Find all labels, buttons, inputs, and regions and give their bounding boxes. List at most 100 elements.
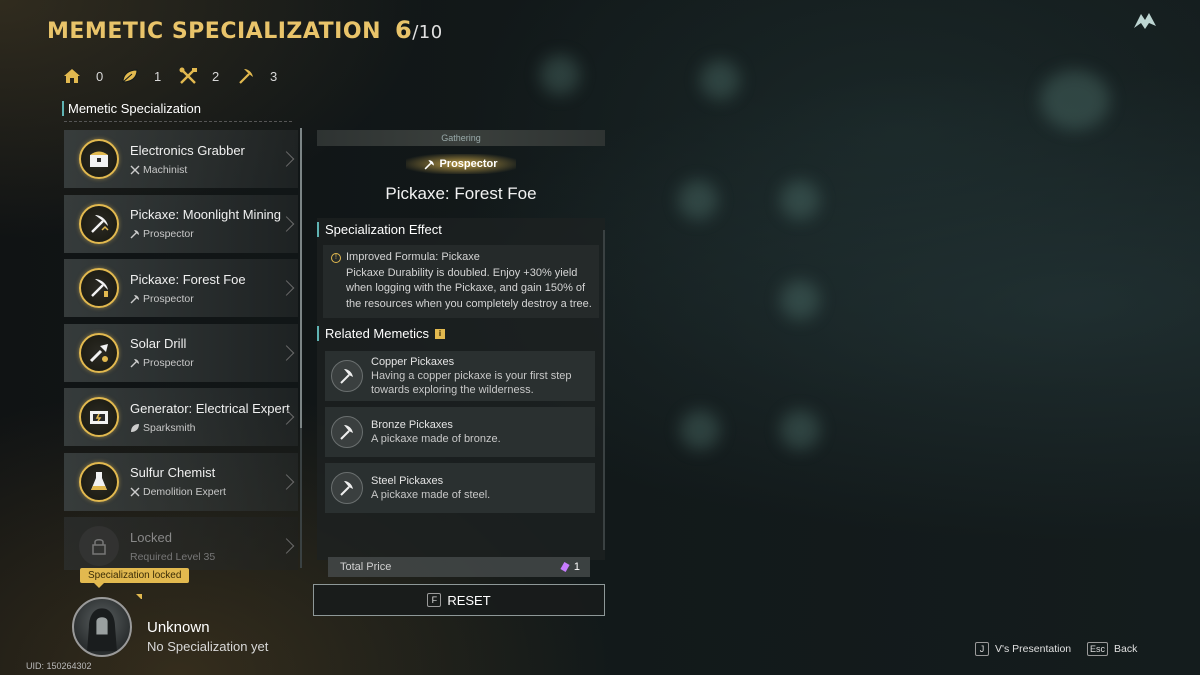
item-role-label: Sparksmith (143, 421, 196, 434)
class-label: Prospector (439, 158, 498, 170)
item-role-label: Machinist (143, 163, 188, 176)
game-logo-icon (1134, 13, 1156, 29)
item-name: Pickaxe: Forest Foe (130, 271, 246, 287)
info-icon[interactable]: i (435, 328, 446, 339)
blurred-node (700, 60, 740, 100)
list-item-solar-drill[interactable]: Solar Drill Prospector (64, 323, 298, 382)
blurred-node (540, 55, 580, 95)
profile-name: Unknown (147, 619, 210, 636)
hooded-figure-icon (87, 608, 117, 652)
pickaxe-icon (425, 159, 435, 169)
list-item-locked[interactable]: Locked Required Level 35 (64, 517, 298, 570)
crossed-tools-icon (130, 487, 140, 497)
related-description: A pickaxe made of bronze. (371, 433, 501, 445)
leaf-icon (131, 423, 139, 432)
pickaxe-icon (130, 294, 139, 303)
class-chip: Prospector (406, 154, 516, 174)
stat-tools: 2 (178, 66, 222, 86)
related-name: Copper Pickaxes (371, 356, 455, 368)
avatar[interactable] (72, 597, 132, 657)
user-id: UID: 150264302 (26, 661, 92, 671)
effect-title-text: Improved Formula: Pickaxe (346, 251, 480, 263)
pickaxe-icon (239, 69, 253, 84)
item-role: Machinist (130, 164, 245, 176)
back-button[interactable]: Esc Back (1087, 642, 1137, 656)
key-hint: J (975, 642, 989, 656)
item-role: Demolition Expert (130, 486, 226, 498)
related-item-bronze[interactable]: Bronze Pickaxes A pickaxe made of bronze… (325, 407, 595, 457)
list-item-sulfur-chemist[interactable]: Sulfur Chemist Demolition Expert (64, 452, 298, 511)
list-item-forest-foe[interactable]: Pickaxe: Forest Foe Prospector (64, 259, 298, 317)
blurred-node (678, 180, 718, 220)
related-name: Bronze Pickaxes (371, 419, 453, 431)
item-name: Sulfur Chemist (130, 465, 216, 480)
list-item-moonlight-mining[interactable]: Pickaxe: Moonlight Mining Prospector (64, 194, 298, 253)
item-role-label: Prospector (143, 228, 194, 240)
item-name: Solar Drill (130, 336, 187, 351)
spec-total: /10 (412, 22, 443, 43)
back-label: Back (1114, 643, 1138, 655)
reset-label: RESET (447, 592, 491, 608)
reset-button[interactable]: F RESET (313, 584, 605, 616)
profile-status: No Specialization yet (147, 639, 269, 654)
total-price-value: 1 (573, 561, 580, 573)
drill-icon (79, 332, 119, 373)
related-item-steel[interactable]: Steel Pickaxes A pickaxe made of steel. (325, 463, 595, 513)
blurred-node (1040, 70, 1110, 130)
crossed-tools-icon (130, 165, 140, 174)
related-item-copper[interactable]: Copper Pickaxes Having a copper pickaxe … (325, 351, 595, 401)
stat-leaf: 1 (120, 66, 164, 86)
list-item-electrical-expert[interactable]: Generator: Electrical Expert Sparksmith (64, 388, 298, 446)
stat-value: 1 (154, 68, 162, 84)
effect-heading: Specialization Effect (317, 222, 605, 237)
pickaxe-icon (79, 203, 119, 244)
category-stats: 0 1 2 3 (62, 66, 294, 86)
pickaxe-icon (331, 472, 363, 504)
item-name: Locked (130, 529, 172, 545)
pickaxe-icon (130, 359, 139, 368)
item-role: Prospector (130, 357, 194, 369)
total-price-bar: Total Price 1 (328, 557, 590, 577)
pickaxe-icon (79, 268, 119, 308)
item-role: Sparksmith (130, 422, 290, 434)
related-heading-text: Related Memetics (325, 326, 430, 341)
item-name: Electronics Grabber (130, 142, 245, 158)
blurred-node (780, 280, 820, 320)
item-role-label: Demolition Expert (143, 486, 226, 498)
total-price: 1 (560, 561, 580, 573)
lock-icon (79, 526, 119, 566)
effect-heading-text: Specialization Effect (325, 222, 442, 237)
gem-icon (560, 562, 570, 572)
pickaxe-icon (331, 360, 363, 392)
specialization-list: Electronics Grabber Machinist Pickaxe: M… (64, 130, 298, 570)
related-description: A pickaxe made of steel. (371, 489, 491, 501)
related-heading: Related Memetics i (317, 326, 605, 341)
detail-scrollbar[interactable] (603, 230, 605, 550)
stat-value: 2 (212, 68, 220, 84)
stat-value: 0 (96, 68, 104, 84)
detail-title: Pickaxe: Forest Foe (385, 184, 537, 203)
key-hint: F (427, 593, 442, 607)
item-role: Prospector (130, 228, 281, 240)
list-item-electronics-grabber[interactable]: Electronics Grabber Machinist (64, 130, 298, 188)
generator-icon (79, 397, 119, 437)
category-label: Gathering (317, 130, 605, 146)
presentation-button[interactable]: J V's Presentation (975, 642, 1071, 656)
sidebar-scroll-thumb[interactable] (300, 128, 302, 428)
key-hint: Esc (1087, 642, 1109, 656)
item-role: Required Level 35 (130, 551, 215, 563)
item-name: Pickaxe: Moonlight Mining (130, 207, 282, 222)
item-role-label: Prospector (143, 357, 194, 369)
item-role-label: Prospector (143, 292, 194, 305)
home-icon (64, 69, 80, 83)
crossed-tools-icon (179, 67, 197, 84)
leaf-icon (122, 69, 138, 83)
detail-header: Gathering Prospector Pickaxe: Forest Foe (317, 130, 605, 204)
pickaxe-icon (331, 416, 363, 448)
pickaxe-icon (130, 230, 139, 239)
related-description: Having a copper pickaxe is your first st… (371, 370, 572, 396)
item-role: Prospector (130, 293, 246, 305)
flask-icon (79, 461, 119, 502)
blurred-node (780, 410, 820, 450)
related-name: Steel Pickaxes (371, 475, 444, 487)
